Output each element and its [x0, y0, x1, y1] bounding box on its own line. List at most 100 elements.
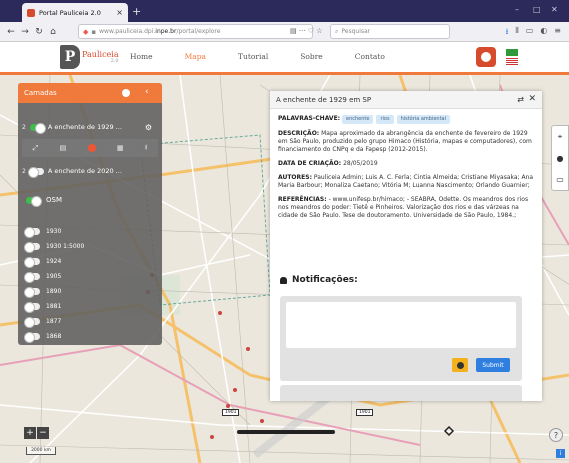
submit-button[interactable]: Submit — [476, 358, 510, 372]
layer-row[interactable]: 2 A enchente de 2020 ... — [22, 163, 158, 179]
menu-sobre[interactable]: Sobre — [300, 52, 322, 61]
search-placeholder: Pesquisar — [341, 28, 371, 35]
keywords-label: PALAVRAS-CHAVE: — [278, 115, 341, 122]
logo-mark-icon: P — [60, 45, 80, 69]
notifications-label: Notificações: — [292, 275, 358, 285]
download-icon[interactable]: ⭳ — [506, 26, 509, 40]
year-layer-row[interactable]: 1868 — [24, 332, 61, 343]
year-layer-row[interactable]: 1930 1:5000 — [24, 242, 85, 253]
info-icon[interactable] — [87, 144, 96, 152]
keyword-chip: enchente — [342, 115, 374, 124]
year-layer-row[interactable]: 1877 — [24, 317, 62, 328]
minimize-icon[interactable]: – — [515, 5, 519, 14]
share-icon[interactable]: ⇄ — [517, 95, 524, 104]
zoom-controls: + − — [24, 427, 49, 439]
layers-toggle-icon[interactable] — [122, 89, 130, 97]
home-icon[interactable]: ⌂ — [46, 27, 60, 37]
info-body: PALAVRAS-CHAVE: enchente rios história amb… — [270, 109, 542, 232]
layer-row[interactable]: 2 A enchente de 1929 ... ⚙ — [22, 119, 158, 135]
close-window-icon[interactable]: ✕ — [551, 5, 558, 14]
collapse-icon[interactable]: ‹ — [145, 87, 149, 97]
year-label: 1930 1:5000 — [46, 243, 85, 250]
forward-icon[interactable]: → — [18, 27, 32, 37]
logo-text: Pauliceia 2.0 — [82, 50, 119, 64]
maximize-icon[interactable]: □ — [533, 5, 541, 14]
browser-tab[interactable]: Portal Pauliceia 2.0 × — [22, 3, 128, 22]
year-toggle[interactable] — [24, 287, 40, 298]
year-layer-row[interactable]: 1924 — [24, 257, 61, 268]
menu-icon[interactable]: ≡ — [554, 26, 561, 40]
year-toggle[interactable] — [24, 272, 40, 283]
layers-panel: Camadas ‹ 2 A enchente de 1929 ... ⚙ ⤢ ▤… — [18, 83, 162, 345]
year-toggle[interactable] — [24, 227, 40, 238]
reload-icon[interactable]: ↻ — [32, 27, 46, 37]
close-tab-icon[interactable]: × — [116, 8, 123, 17]
year-toggle[interactable] — [24, 317, 40, 328]
year-label: 1930 — [46, 228, 62, 235]
references-row: REFERÊNCIAS: - www.unifesp.br/himaco; - … — [278, 196, 534, 220]
page-actions-icon[interactable]: ▤ ··· ♡ ☆ — [290, 27, 323, 35]
menu-contato[interactable]: Contato — [355, 52, 385, 61]
new-tab-icon[interactable]: + — [132, 5, 141, 18]
library-icon[interactable]: ⫴ — [515, 26, 518, 40]
created-label: DATA DE CRIAÇÃO: — [278, 160, 342, 167]
references-label: REFERÊNCIAS: — [278, 196, 327, 203]
notification-list — [280, 385, 522, 401]
help-button[interactable]: ? — [549, 428, 563, 442]
url-bar[interactable]: ◆ ▪ www.pauliceia.dpi.inpe.br/portal/exp… — [78, 24, 313, 39]
language-switcher — [506, 49, 518, 67]
opacity-icon[interactable]: ▦ — [117, 144, 124, 152]
zoom-in-button[interactable]: + — [24, 427, 36, 439]
description-row: DESCRIÇÃO: Mapa aproximado da abrangênci… — [278, 130, 534, 154]
extension-icon[interactable]: ◐ — [540, 26, 547, 40]
flag-brazil-icon[interactable] — [506, 49, 518, 56]
menu-mapa[interactable]: Mapa — [185, 52, 206, 61]
layer-name: A enchente de 1929 ... — [47, 123, 122, 131]
tab-title: Portal Pauliceia 2.0 — [39, 8, 101, 17]
base-layer-row[interactable]: OSM — [26, 195, 62, 207]
authors-label: AUTORES: — [278, 174, 312, 181]
year-toggle[interactable] — [24, 302, 40, 313]
menu-tutorial[interactable]: Tutorial — [238, 52, 268, 61]
year-layer-row[interactable]: 1881 — [24, 302, 61, 313]
url-path: /portal/explore — [176, 28, 221, 35]
year-layer-row[interactable]: 1905 — [24, 272, 61, 283]
notification-type-button[interactable] — [452, 358, 468, 372]
logo[interactable]: P Pauliceia 2.0 — [60, 45, 119, 69]
close-icon[interactable]: ✕ — [528, 94, 536, 104]
attribution-icon[interactable]: i — [556, 449, 565, 458]
menu-home[interactable]: Home — [130, 52, 153, 61]
flag-usa-icon[interactable] — [506, 58, 518, 65]
year-toggle[interactable] — [24, 332, 40, 343]
keyword-chip: história ambiental — [396, 115, 450, 124]
back-icon[interactable]: ← — [4, 27, 18, 37]
year-layer-row[interactable]: 1890 — [24, 287, 61, 298]
year-toggle[interactable] — [24, 242, 40, 253]
layers-icon[interactable]: ● — [557, 154, 564, 163]
info-title: A enchente de 1929 em SP — [276, 95, 372, 104]
zoom-out-button[interactable]: − — [37, 427, 49, 439]
gear-icon[interactable]: ⚙ — [145, 123, 152, 132]
url-text: www.pauliceia.dpi.inpe.br/portal/explore — [99, 28, 220, 35]
year-toggle[interactable] — [24, 257, 40, 268]
sidebar-icon[interactable]: ▭ — [526, 26, 534, 40]
authors-row: AUTORES: Pauliceia Admin; Luis A. C. Fer… — [278, 174, 534, 190]
description-label: DESCRIÇÃO: — [278, 130, 320, 137]
download-layer-icon[interactable]: ⭳ — [145, 143, 147, 154]
logo-version: 2.0 — [110, 57, 119, 64]
year-label: 1877 — [46, 318, 62, 325]
created-row: DATA DE CRIAÇÃO: 28/05/2019 — [278, 160, 534, 168]
map-scrollbar[interactable] — [237, 430, 335, 434]
notification-textarea[interactable] — [286, 302, 516, 348]
base-layer-toggle[interactable] — [26, 195, 42, 207]
zoom-extent-icon[interactable]: ⤢ — [33, 144, 39, 153]
search-input[interactable]: ⌕ Pesquisar — [330, 24, 450, 39]
year-layer-row[interactable]: 1930 — [24, 227, 62, 238]
panel-icon[interactable]: ▭ — [556, 175, 564, 184]
user-button[interactable] — [476, 47, 496, 67]
layer-toggle[interactable] — [27, 166, 44, 178]
location-icon[interactable]: ⌖ — [558, 132, 563, 142]
favicon-icon — [27, 8, 35, 17]
table-icon[interactable]: ▤ — [60, 144, 67, 152]
layer-toggle[interactable] — [29, 122, 46, 134]
